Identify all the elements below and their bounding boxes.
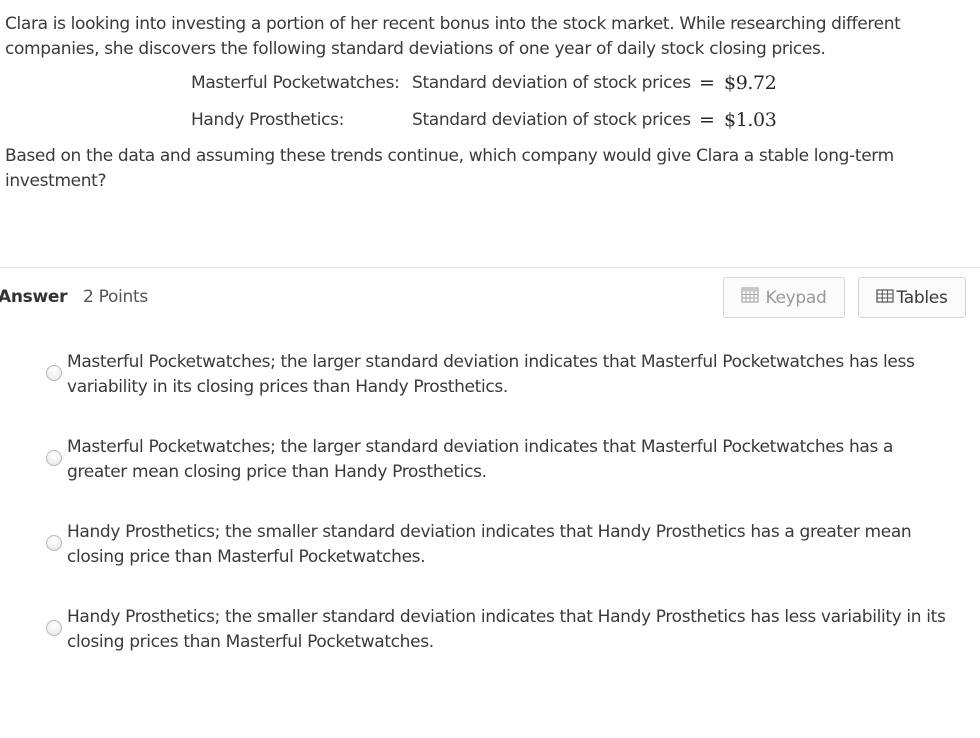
- option-text: Masterful Pocketwatches; the larger stan…: [67, 352, 915, 397]
- company-name: Masterful Pocketwatches:: [191, 73, 400, 93]
- radio-button[interactable]: [46, 620, 62, 636]
- question-block: Clara is looking into investing a portio…: [5, 12, 965, 194]
- tables-label: Tables: [896, 287, 948, 308]
- data-row-masterful: Masterful Pocketwatches: Standard deviat…: [5, 68, 905, 98]
- question-prompt: Based on the data and assuming these tre…: [5, 146, 894, 191]
- option-text: Handy Prosthetics; the smaller standard …: [67, 607, 946, 652]
- answer-option[interactable]: Handy Prosthetics; the smaller standard …: [0, 520, 980, 580]
- answer-option[interactable]: Handy Prosthetics; the smaller standard …: [0, 605, 980, 665]
- data-table: Masterful Pocketwatches: Standard deviat…: [5, 62, 965, 144]
- data-row-handy: Handy Prosthetics: Standard deviation of…: [5, 105, 905, 135]
- points-label: 2 Points: [83, 287, 148, 307]
- tables-button[interactable]: Tables: [858, 277, 966, 318]
- equals-sign: =: [699, 72, 715, 94]
- row-description: Standard deviation of stock prices: [412, 73, 691, 93]
- std-dev-value: $1.03: [724, 109, 777, 131]
- table-icon: [876, 288, 895, 308]
- keypad-icon: [741, 287, 760, 308]
- answer-option[interactable]: Masterful Pocketwatches; the larger stan…: [0, 350, 980, 410]
- option-text: Masterful Pocketwatches; the larger stan…: [67, 437, 894, 482]
- row-description: Standard deviation of stock prices: [412, 110, 691, 130]
- radio-button[interactable]: [46, 365, 62, 381]
- answer-label: Answer: [0, 287, 68, 307]
- company-name: Handy Prosthetics:: [191, 110, 344, 130]
- answer-option[interactable]: Masterful Pocketwatches; the larger stan…: [0, 435, 980, 495]
- keypad-label: Keypad: [765, 287, 827, 308]
- radio-button[interactable]: [46, 450, 62, 466]
- option-text: Handy Prosthetics; the smaller standard …: [67, 522, 912, 567]
- section-divider: [0, 267, 980, 268]
- std-dev-value: $9.72: [724, 72, 777, 94]
- keypad-button[interactable]: Keypad: [723, 277, 845, 318]
- radio-button[interactable]: [46, 535, 62, 551]
- question-intro: Clara is looking into investing a portio…: [5, 14, 901, 59]
- equals-sign: =: [699, 109, 715, 131]
